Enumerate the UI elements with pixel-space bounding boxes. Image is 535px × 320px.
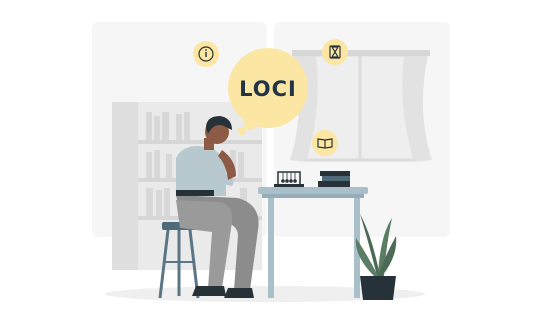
thought-bubble-label: LOCI <box>239 77 297 101</box>
hourglass-bubble <box>322 39 348 65</box>
info-icon <box>205 49 207 57</box>
thought-bubble: LOCI <box>228 48 308 128</box>
window <box>290 50 432 162</box>
book-bubble <box>312 130 338 156</box>
book-stack <box>318 171 350 187</box>
thinking-man-illustration: LOCI <box>92 22 450 302</box>
info-bubble <box>193 41 219 67</box>
